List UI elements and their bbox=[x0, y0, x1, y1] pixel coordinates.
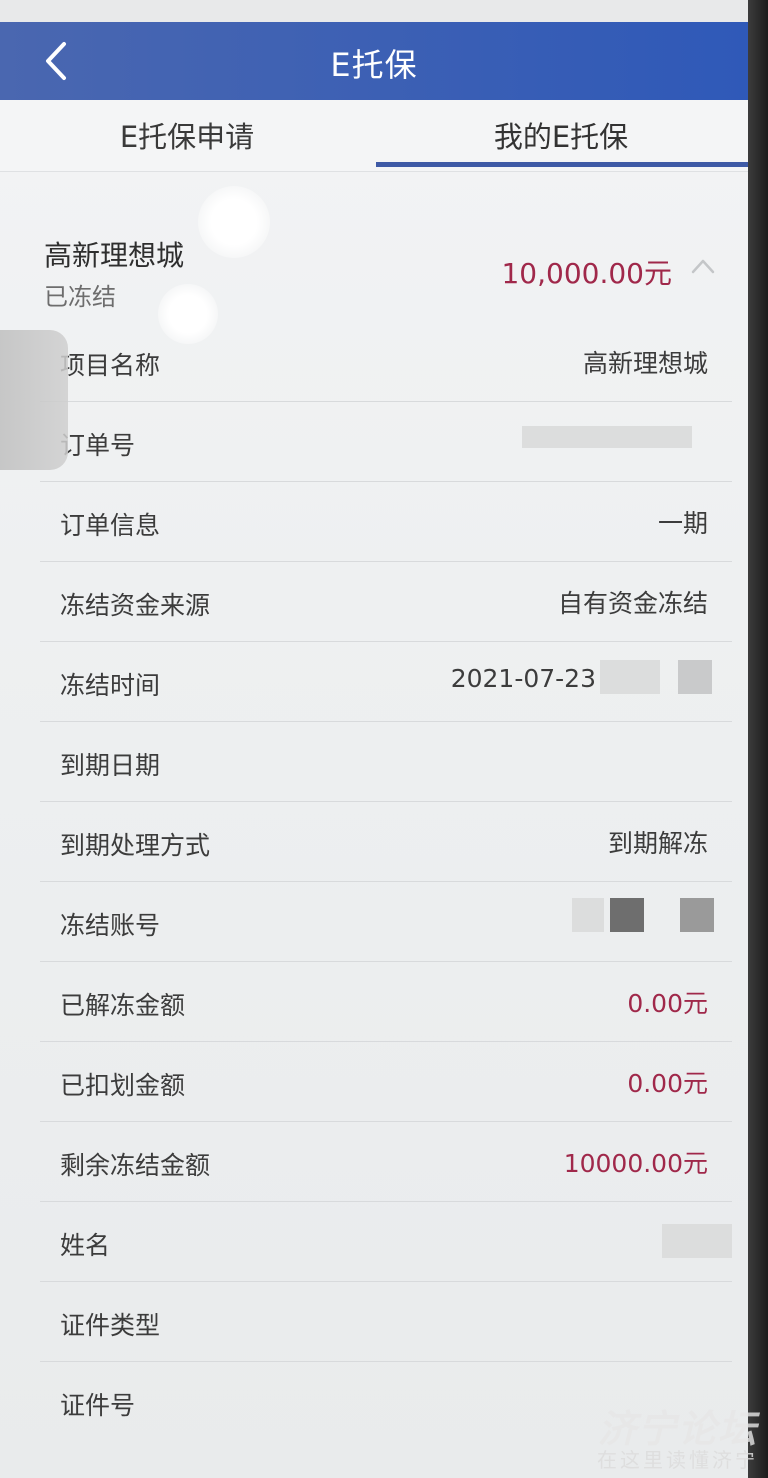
detail-label: 项目名称 bbox=[60, 351, 161, 380]
detail-value: 一期 bbox=[657, 509, 708, 538]
light-glare bbox=[198, 186, 270, 258]
escrow-summary-header[interactable]: 高新理想城 已冻结 10,000.00元 bbox=[0, 172, 748, 322]
detail-value: 2021-07-23 bbox=[450, 664, 596, 693]
detail-label: 证件号 bbox=[60, 1391, 136, 1420]
detail-label: 到期处理方式 bbox=[60, 831, 211, 860]
redacted-value bbox=[522, 426, 692, 448]
detail-row-order-number: 订单号 bbox=[40, 402, 732, 482]
light-glare bbox=[158, 284, 218, 344]
active-tab-indicator bbox=[376, 162, 748, 167]
detail-value: 0.00元 bbox=[627, 989, 708, 1018]
detail-row-remaining-frozen: 剩余冻结金额 10000.00元 bbox=[40, 1122, 732, 1202]
detail-label: 证件类型 bbox=[60, 1311, 161, 1340]
chevron-up-icon[interactable] bbox=[690, 256, 716, 276]
detail-value: 高新理想城 bbox=[582, 349, 708, 378]
detail-label: 已解冻金额 bbox=[60, 991, 186, 1020]
detail-row-deducted-amount: 已扣划金额 0.00元 bbox=[40, 1042, 732, 1122]
detail-value: 10000.00元 bbox=[563, 1149, 708, 1178]
redacted-value bbox=[662, 1224, 732, 1258]
detail-label: 订单信息 bbox=[60, 511, 161, 540]
redacted-value bbox=[572, 898, 604, 932]
project-name: 高新理想城 bbox=[44, 239, 185, 272]
detail-row-frozen-account: 冻结账号 bbox=[40, 882, 732, 962]
detail-row-expiry-handling: 到期处理方式 到期解冻 bbox=[40, 802, 732, 882]
status-bar bbox=[0, 0, 748, 22]
detail-row-project-name: 项目名称 高新理想城 bbox=[40, 322, 732, 402]
frozen-amount: 10,000.00元 bbox=[501, 257, 672, 290]
detail-label: 冻结时间 bbox=[60, 671, 161, 700]
device-edge bbox=[748, 0, 768, 1478]
detail-row-freeze-time: 冻结时间 2021-07-23 bbox=[40, 642, 732, 722]
watermark-slogan: 在这里读懂济宁 bbox=[597, 1448, 758, 1472]
detail-row-expiry-date: 到期日期 bbox=[40, 722, 732, 802]
detail-label: 订单号 bbox=[60, 431, 136, 460]
detail-label: 剩余冻结金额 bbox=[60, 1151, 211, 1180]
nav-bar: E托保 bbox=[0, 22, 748, 100]
status-badge: 已冻结 bbox=[44, 283, 116, 311]
detail-value: 到期解冻 bbox=[607, 829, 708, 858]
detail-label: 到期日期 bbox=[60, 751, 161, 780]
page-title: E托保 bbox=[330, 46, 418, 84]
detail-row-name: 姓名 bbox=[40, 1202, 732, 1282]
detail-label: 已扣划金额 bbox=[60, 1071, 186, 1100]
tab-my-etuobao[interactable]: 我的E托保 bbox=[374, 114, 748, 156]
watermark: 济宁论坛 在这里读懂济宁 bbox=[548, 1398, 758, 1472]
redacted-value bbox=[678, 660, 712, 694]
screen-reflection bbox=[0, 330, 68, 470]
redacted-value bbox=[610, 898, 644, 932]
redacted-value bbox=[600, 660, 660, 694]
detail-label: 冻结账号 bbox=[60, 911, 161, 940]
tab-apply[interactable]: E托保申请 bbox=[0, 114, 374, 156]
tab-bar: E托保申请 我的E托保 bbox=[0, 100, 748, 172]
detail-label: 姓名 bbox=[60, 1231, 111, 1260]
redacted-value bbox=[680, 898, 714, 932]
detail-row-order-info: 订单信息 一期 bbox=[40, 482, 732, 562]
detail-row-fund-source: 冻结资金来源 自有资金冻结 bbox=[40, 562, 732, 642]
detail-value: 自有资金冻结 bbox=[557, 589, 708, 618]
app-screen: E托保 E托保申请 我的E托保 高新理想城 已冻结 10,000.00元 项目名… bbox=[0, 0, 748, 1478]
detail-row-unfrozen-amount: 已解冻金额 0.00元 bbox=[40, 962, 732, 1042]
detail-label: 冻结资金来源 bbox=[60, 591, 211, 620]
detail-value: 0.00元 bbox=[627, 1069, 708, 1098]
detail-row-id-type: 证件类型 bbox=[40, 1282, 732, 1362]
